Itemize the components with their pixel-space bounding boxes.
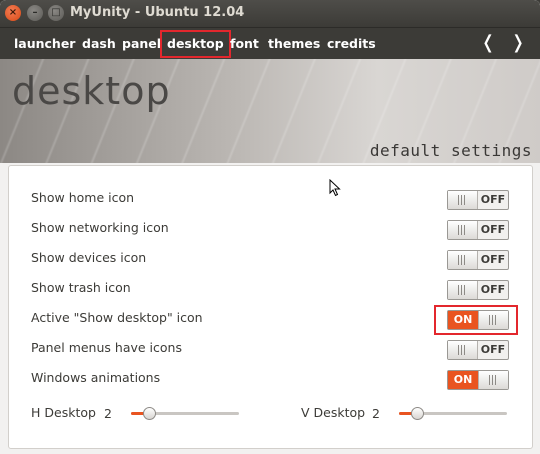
tab-credits[interactable]: credits bbox=[323, 33, 380, 55]
tab-desktop-label: desktop bbox=[167, 36, 224, 51]
grip-icon bbox=[489, 315, 497, 325]
window-title: MyUnity - Ubuntu 12.04 bbox=[70, 5, 245, 20]
maximize-icon[interactable]: □ bbox=[48, 5, 64, 21]
toggle-show-devices-icon[interactable]: OFF bbox=[447, 250, 509, 270]
tab-desktop[interactable]: desktop bbox=[160, 30, 231, 62]
tab-bar: launcher dash panel desktop font themes … bbox=[0, 27, 540, 62]
section-title: desktop bbox=[12, 69, 171, 113]
toggle-knob bbox=[448, 341, 478, 359]
prev-arrow-icon[interactable]: ❬ bbox=[477, 32, 499, 53]
settings-panel: Show home icon OFF Show networking icon … bbox=[8, 165, 533, 449]
toggle-knob bbox=[448, 221, 478, 239]
toggle-state: OFF bbox=[480, 253, 506, 266]
h-desktop-label: H Desktop bbox=[31, 405, 96, 420]
setting-label-home: Show home icon bbox=[31, 190, 135, 205]
setting-label-trash: Show trash icon bbox=[31, 280, 131, 295]
h-desktop-slider-thumb[interactable] bbox=[143, 407, 156, 420]
setting-label-show-desktop: Active "Show desktop" icon bbox=[31, 310, 203, 325]
grip-icon bbox=[458, 255, 466, 265]
toggle-state: OFF bbox=[480, 283, 506, 296]
grip-icon bbox=[458, 345, 466, 355]
setting-label-panel-menus: Panel menus have icons bbox=[31, 340, 182, 355]
toggle-knob bbox=[478, 371, 508, 389]
toggle-show-networking-icon[interactable]: OFF bbox=[447, 220, 509, 240]
tab-dash[interactable]: dash bbox=[78, 33, 120, 55]
toggle-show-home-icon[interactable]: OFF bbox=[447, 190, 509, 210]
toggle-state: OFF bbox=[480, 343, 506, 356]
grip-icon bbox=[458, 225, 466, 235]
setting-label-networking: Show networking icon bbox=[31, 220, 169, 235]
toggle-windows-animations[interactable]: ON bbox=[447, 370, 509, 390]
section-banner: desktop default settings bbox=[0, 59, 540, 163]
v-desktop-slider-thumb[interactable] bbox=[411, 407, 424, 420]
toggle-state: OFF bbox=[480, 223, 506, 236]
setting-label-devices: Show devices icon bbox=[31, 250, 147, 265]
myunity-window: × – □ MyUnity - Ubuntu 12.04 launcher da… bbox=[0, 0, 540, 454]
minimize-icon[interactable]: – bbox=[27, 5, 43, 21]
v-desktop-value: 2 bbox=[372, 406, 380, 421]
h-desktop-value: 2 bbox=[104, 406, 112, 421]
grip-icon bbox=[489, 375, 497, 385]
v-desktop-label: V Desktop bbox=[301, 405, 366, 420]
close-icon[interactable]: × bbox=[5, 5, 21, 21]
tab-panel[interactable]: panel bbox=[118, 33, 165, 55]
toggle-knob bbox=[478, 311, 508, 329]
toggle-knob bbox=[448, 281, 478, 299]
grip-icon bbox=[458, 195, 466, 205]
toggle-show-trash-icon[interactable]: OFF bbox=[447, 280, 509, 300]
toggle-show-desktop-icon[interactable]: ON bbox=[447, 310, 509, 330]
toggle-knob bbox=[448, 191, 478, 209]
toggle-state: OFF bbox=[480, 193, 506, 206]
tab-launcher[interactable]: launcher bbox=[10, 33, 79, 55]
next-arrow-icon[interactable]: ❭ bbox=[507, 32, 529, 53]
tab-font[interactable]: font bbox=[226, 33, 263, 55]
setting-label-animations: Windows animations bbox=[31, 370, 161, 385]
toggle-state: ON bbox=[448, 311, 478, 329]
default-settings-link[interactable]: default settings bbox=[370, 141, 532, 160]
tab-themes[interactable]: themes bbox=[264, 33, 324, 55]
mouse-pointer-icon bbox=[329, 179, 341, 197]
grip-icon bbox=[458, 285, 466, 295]
title-bar: × – □ MyUnity - Ubuntu 12.04 bbox=[0, 0, 540, 27]
toggle-knob bbox=[448, 251, 478, 269]
toggle-state: ON bbox=[448, 371, 478, 389]
toggle-panel-menus-icons[interactable]: OFF bbox=[447, 340, 509, 360]
